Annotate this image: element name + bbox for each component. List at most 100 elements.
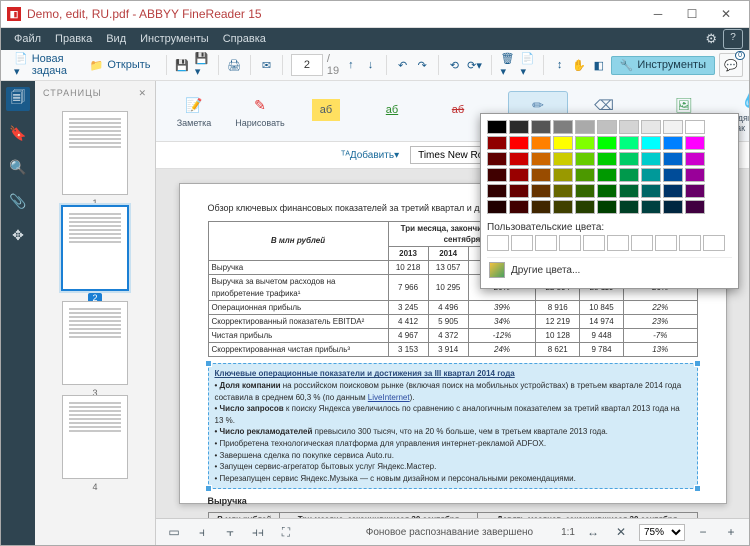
thumbnail[interactable]: 3 — [62, 301, 128, 385]
fit-cross-icon[interactable]: ✕ — [611, 523, 631, 541]
draw-button[interactable]: ✎Нарисовать — [230, 91, 290, 131]
page-down-icon[interactable]: ↓ — [363, 53, 379, 77]
color-swatch[interactable] — [685, 136, 705, 150]
color-swatch[interactable] — [531, 136, 551, 150]
highlight-button[interactable]: аб — [296, 96, 356, 126]
color-swatch[interactable] — [641, 200, 661, 214]
color-swatch[interactable] — [487, 200, 507, 214]
color-swatch[interactable] — [487, 168, 507, 182]
color-swatch[interactable] — [663, 184, 683, 198]
color-swatch[interactable] — [509, 200, 529, 214]
color-swatch[interactable] — [685, 184, 705, 198]
pages-panel-icon[interactable]: 🗐 — [6, 87, 30, 111]
color-swatch[interactable] — [509, 120, 529, 134]
color-swatch[interactable] — [509, 152, 529, 166]
zoom-in-icon[interactable]: + — [721, 523, 741, 541]
thumbnail[interactable]: 2 — [61, 205, 129, 291]
color-swatch[interactable] — [685, 168, 705, 182]
color-swatch[interactable] — [619, 184, 639, 198]
underline-button[interactable]: аб — [362, 96, 422, 126]
color-swatch[interactable] — [575, 136, 595, 150]
signatures-panel-icon[interactable]: ✥ — [6, 223, 30, 247]
color-swatch[interactable] — [685, 120, 705, 134]
compare-icon[interactable]: ◧ — [591, 53, 607, 77]
view-two-icon[interactable]: ⫟ — [220, 523, 240, 541]
color-swatch[interactable] — [597, 184, 617, 198]
maximize-button[interactable]: ☐ — [675, 3, 709, 25]
zoom-select[interactable]: 75% — [639, 524, 685, 541]
comments-button[interactable]: 💬 — [719, 53, 743, 77]
color-swatch[interactable] — [663, 120, 683, 134]
tools-panel-button[interactable]: 🔧 Инструменты — [611, 56, 715, 75]
note-button[interactable]: 📝Заметка — [164, 91, 224, 131]
custom-color-slot[interactable] — [655, 235, 677, 251]
zoom-out-icon[interactable]: − — [693, 523, 713, 541]
color-swatch[interactable] — [619, 136, 639, 150]
help-icon[interactable]: ? — [723, 29, 743, 49]
menu-tools[interactable]: Инструменты — [133, 33, 216, 45]
color-swatch[interactable] — [641, 120, 661, 134]
selection-handle[interactable] — [205, 485, 212, 492]
custom-color-slot[interactable] — [487, 235, 509, 251]
gear-icon[interactable]: ⚙ — [705, 31, 717, 47]
custom-color-slot[interactable] — [679, 235, 701, 251]
color-swatch[interactable] — [553, 120, 573, 134]
color-swatch[interactable] — [575, 152, 595, 166]
color-swatch[interactable] — [663, 168, 683, 182]
custom-color-slot[interactable] — [511, 235, 533, 251]
color-swatch[interactable] — [597, 152, 617, 166]
color-swatch[interactable] — [685, 152, 705, 166]
color-swatch[interactable] — [597, 120, 617, 134]
color-swatch[interactable] — [575, 168, 595, 182]
selected-text-block[interactable]: Ключевые операционные показатели и дости… — [208, 363, 698, 489]
color-swatch[interactable] — [619, 152, 639, 166]
undo-icon[interactable]: ↶ — [395, 53, 411, 77]
custom-color-slot[interactable] — [583, 235, 605, 251]
thumbnail[interactable]: 1 — [62, 111, 128, 195]
scroll-icon[interactable]: ↕ — [552, 53, 568, 77]
close-button[interactable]: ✕ — [709, 3, 743, 25]
search-panel-icon[interactable]: 🔍 — [6, 155, 30, 179]
view-continuous-icon[interactable]: ⫞ — [192, 523, 212, 541]
color-swatch[interactable] — [553, 152, 573, 166]
page-number-input[interactable] — [291, 54, 323, 76]
color-swatch[interactable] — [597, 136, 617, 150]
color-swatch[interactable] — [575, 200, 595, 214]
color-swatch[interactable] — [509, 168, 529, 182]
color-swatch[interactable] — [509, 136, 529, 150]
delete-page-icon[interactable]: 🗑▾ — [500, 53, 516, 77]
thumbnail[interactable]: 4 — [62, 395, 128, 479]
page-up-icon[interactable]: ↑ — [343, 53, 359, 77]
color-swatch[interactable] — [531, 200, 551, 214]
color-swatch[interactable] — [685, 200, 705, 214]
color-swatch[interactable] — [575, 184, 595, 198]
view-two-cont-icon[interactable]: ⫞⫞ — [248, 523, 268, 541]
color-swatch[interactable] — [487, 120, 507, 134]
strike-button[interactable]: аб — [428, 96, 488, 126]
color-swatch[interactable] — [531, 120, 551, 134]
redo-icon[interactable]: ↷ — [414, 53, 430, 77]
color-swatch[interactable] — [531, 168, 551, 182]
color-swatch[interactable] — [553, 136, 573, 150]
new-task-button[interactable]: 📄▾ Новая задача — [7, 53, 79, 77]
color-swatch[interactable] — [619, 168, 639, 182]
menu-view[interactable]: Вид — [99, 33, 133, 45]
color-swatch[interactable] — [619, 120, 639, 134]
color-swatch[interactable] — [575, 120, 595, 134]
color-swatch[interactable] — [531, 152, 551, 166]
selection-handle[interactable] — [694, 360, 701, 367]
rotate-right-icon[interactable]: ⟳▾ — [466, 53, 483, 77]
color-swatch[interactable] — [597, 200, 617, 214]
menu-file[interactable]: Файл — [7, 33, 48, 45]
page-tool-icon[interactable]: 📄▾ — [519, 53, 535, 77]
custom-color-slot[interactable] — [631, 235, 653, 251]
color-swatch[interactable] — [597, 168, 617, 182]
color-swatch[interactable] — [619, 200, 639, 214]
menu-help[interactable]: Справка — [216, 33, 273, 45]
bookmarks-panel-icon[interactable]: 🔖 — [6, 121, 30, 145]
color-swatch[interactable] — [663, 136, 683, 150]
color-swatch[interactable] — [553, 200, 573, 214]
save-icon[interactable]: 💾 — [174, 53, 190, 77]
fullscreen-icon[interactable]: ⛶ — [276, 523, 296, 541]
color-swatch[interactable] — [641, 168, 661, 182]
